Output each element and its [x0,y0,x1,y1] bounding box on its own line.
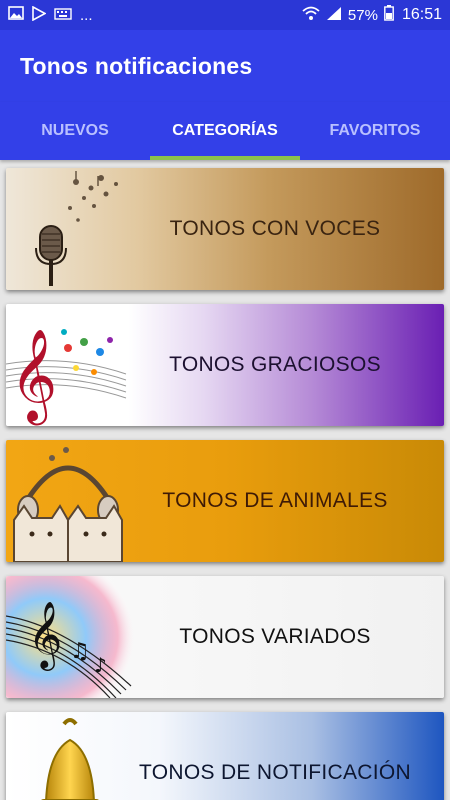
category-card-voces[interactable]: TONOS CON VOCES [6,168,444,290]
category-label: TONOS GRACIOSOS [169,353,381,376]
image-icon [8,6,24,24]
tab-favoritos[interactable]: FAVORITOS [300,102,450,160]
svg-text:♪: ♪ [94,653,107,677]
battery-percentage: 57% [347,6,378,24]
status-bar: ... 57% 16:51 [0,0,450,30]
category-label: TONOS CON VOCES [169,217,381,240]
more-notifications: ... [80,6,93,24]
battery-icon [384,5,394,25]
category-label: TONOS VARIADOS [179,625,371,648]
category-card-variados[interactable]: 𝄞 ♫ ♪ TONOS VARIADOS [6,576,444,698]
category-label: TONOS DE ANIMALES [162,489,388,512]
keyboard-icon [54,7,72,24]
tab-nuevos[interactable]: NUEVOS [0,102,150,160]
category-card-notificacion[interactable]: TONOS DE NOTIFICACIÓN [6,712,444,800]
app-title: Tonos notificaciones [20,52,253,79]
tab-bar: NUEVOS CATEGORÍAS FAVORITOS [0,102,450,160]
wifi-icon [302,6,320,25]
app-bar: Tonos notificaciones [0,30,450,102]
category-label: TONOS DE NOTIFICACIÓN [139,761,411,784]
signal-icon [326,6,342,25]
category-list: TONOS CON VOCES 𝄞 TONOS GRACIOSOS TONOS … [0,160,450,800]
bell-icon [6,712,136,800]
status-time: 16:51 [401,6,442,23]
tab-categorias[interactable]: CATEGORÍAS [150,102,300,160]
category-card-graciosos[interactable]: 𝄞 TONOS GRACIOSOS [6,304,444,426]
play-store-icon [32,5,47,25]
category-card-animales[interactable]: TONOS DE ANIMALES [6,440,444,562]
